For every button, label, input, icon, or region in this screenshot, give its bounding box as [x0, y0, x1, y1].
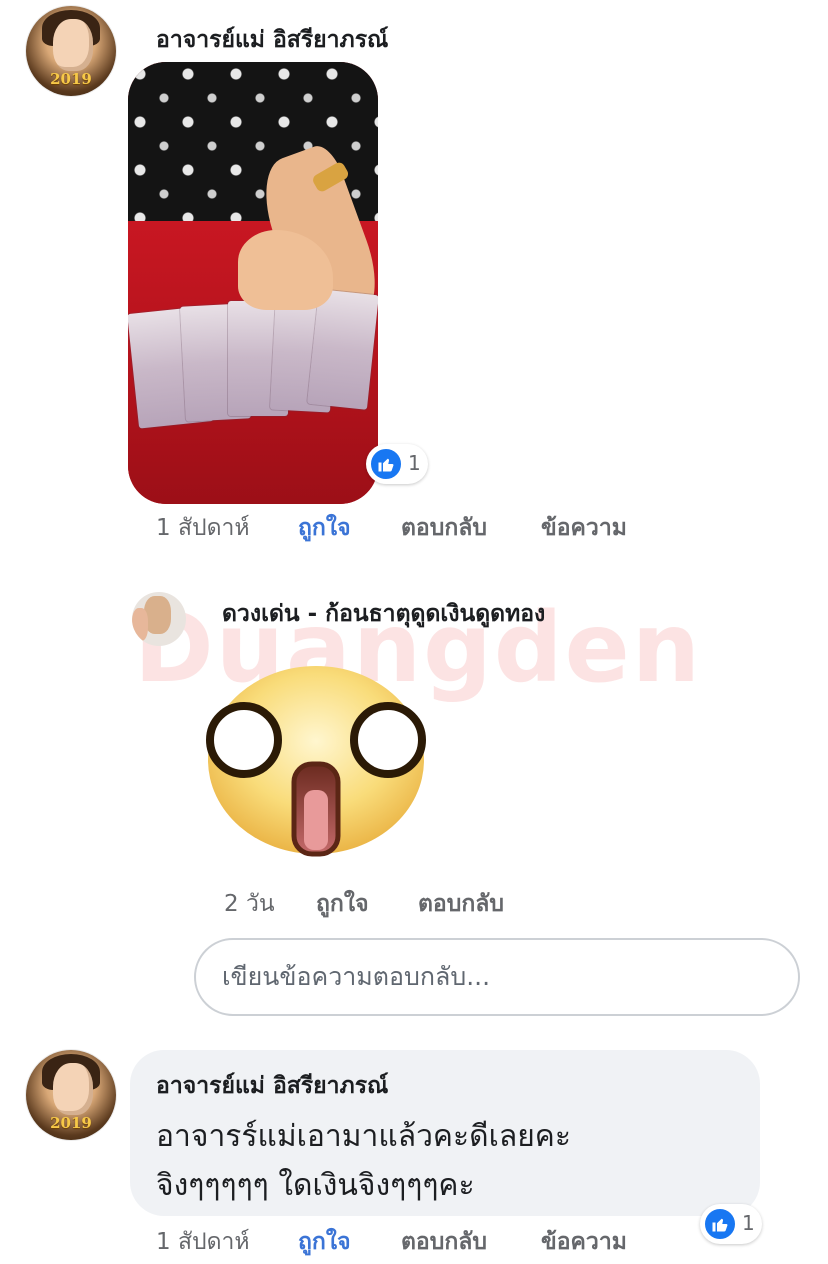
- like-button[interactable]: ถูกใจ: [298, 1224, 351, 1260]
- reaction-like-badge: [702, 1206, 738, 1242]
- comment-timestamp[interactable]: 1 สัปดาห์: [156, 1224, 250, 1260]
- sticker-left-eye: [206, 702, 282, 778]
- comment-author[interactable]: ดวงเด่น - ก้อนธาตุดูดเงินดูดทอง: [222, 596, 545, 632]
- shocked-face-sticker[interactable]: [204, 660, 428, 858]
- comment-timestamp[interactable]: 2 วัน: [224, 886, 275, 922]
- reaction-pill[interactable]: 1: [366, 444, 428, 484]
- thumbs-up-icon: [712, 1218, 728, 1232]
- reaction-like-badge: [368, 446, 404, 482]
- avatar-face: [53, 1062, 93, 1115]
- reply-button[interactable]: ตอบกลับ: [418, 886, 504, 922]
- reply-input-placeholder: เขียนข้อความตอบกลับ...: [222, 962, 491, 991]
- avatar-face: [53, 18, 93, 71]
- like-button[interactable]: ถูกใจ: [316, 886, 369, 922]
- reply-input[interactable]: เขียนข้อความตอบกลับ...: [194, 938, 800, 1016]
- avatar[interactable]: 2019: [26, 1050, 116, 1140]
- reply-button[interactable]: ตอบกลับ: [401, 510, 487, 546]
- avatar[interactable]: 2019: [26, 6, 116, 96]
- thumbs-up-icon: [378, 458, 394, 472]
- reaction-count: 1: [408, 451, 421, 475]
- avatar-year-badge: 2019: [50, 70, 92, 88]
- reply-button[interactable]: ตอบกลับ: [401, 1224, 487, 1260]
- comment-author[interactable]: อาจารย์แม่ อิสรียาภรณ์: [156, 22, 388, 58]
- reaction-count: 1: [742, 1211, 755, 1235]
- avatar[interactable]: [132, 592, 186, 646]
- comment-bubble[interactable]: อาจารย์แม่ อิสรียาภรณ์ อาจารร์แม่เอามาแล…: [130, 1050, 760, 1216]
- reaction-pill[interactable]: 1: [700, 1204, 762, 1244]
- like-button[interactable]: ถูกใจ: [298, 510, 351, 546]
- message-button[interactable]: ข้อความ: [541, 1224, 627, 1260]
- comment-text-line: จิงๆๆๆๆๆ ใดเงินจิงๆๆๆคะ: [156, 1168, 475, 1203]
- comment-author[interactable]: อาจารย์แม่ อิสรียาภรณ์: [156, 1068, 388, 1104]
- avatar-year-badge: 2019: [50, 1114, 92, 1132]
- sticker-right-eye: [350, 702, 426, 778]
- comment-timestamp[interactable]: 1 สัปดาห์: [156, 510, 250, 546]
- avatar-hand: [132, 608, 149, 641]
- sticker-tongue: [304, 790, 328, 850]
- message-button[interactable]: ข้อความ: [541, 510, 627, 546]
- comment-text-line: อาจารร์แม่เอามาแล้วคะดีเลยคะ: [156, 1119, 571, 1154]
- comment-photo[interactable]: [128, 62, 378, 504]
